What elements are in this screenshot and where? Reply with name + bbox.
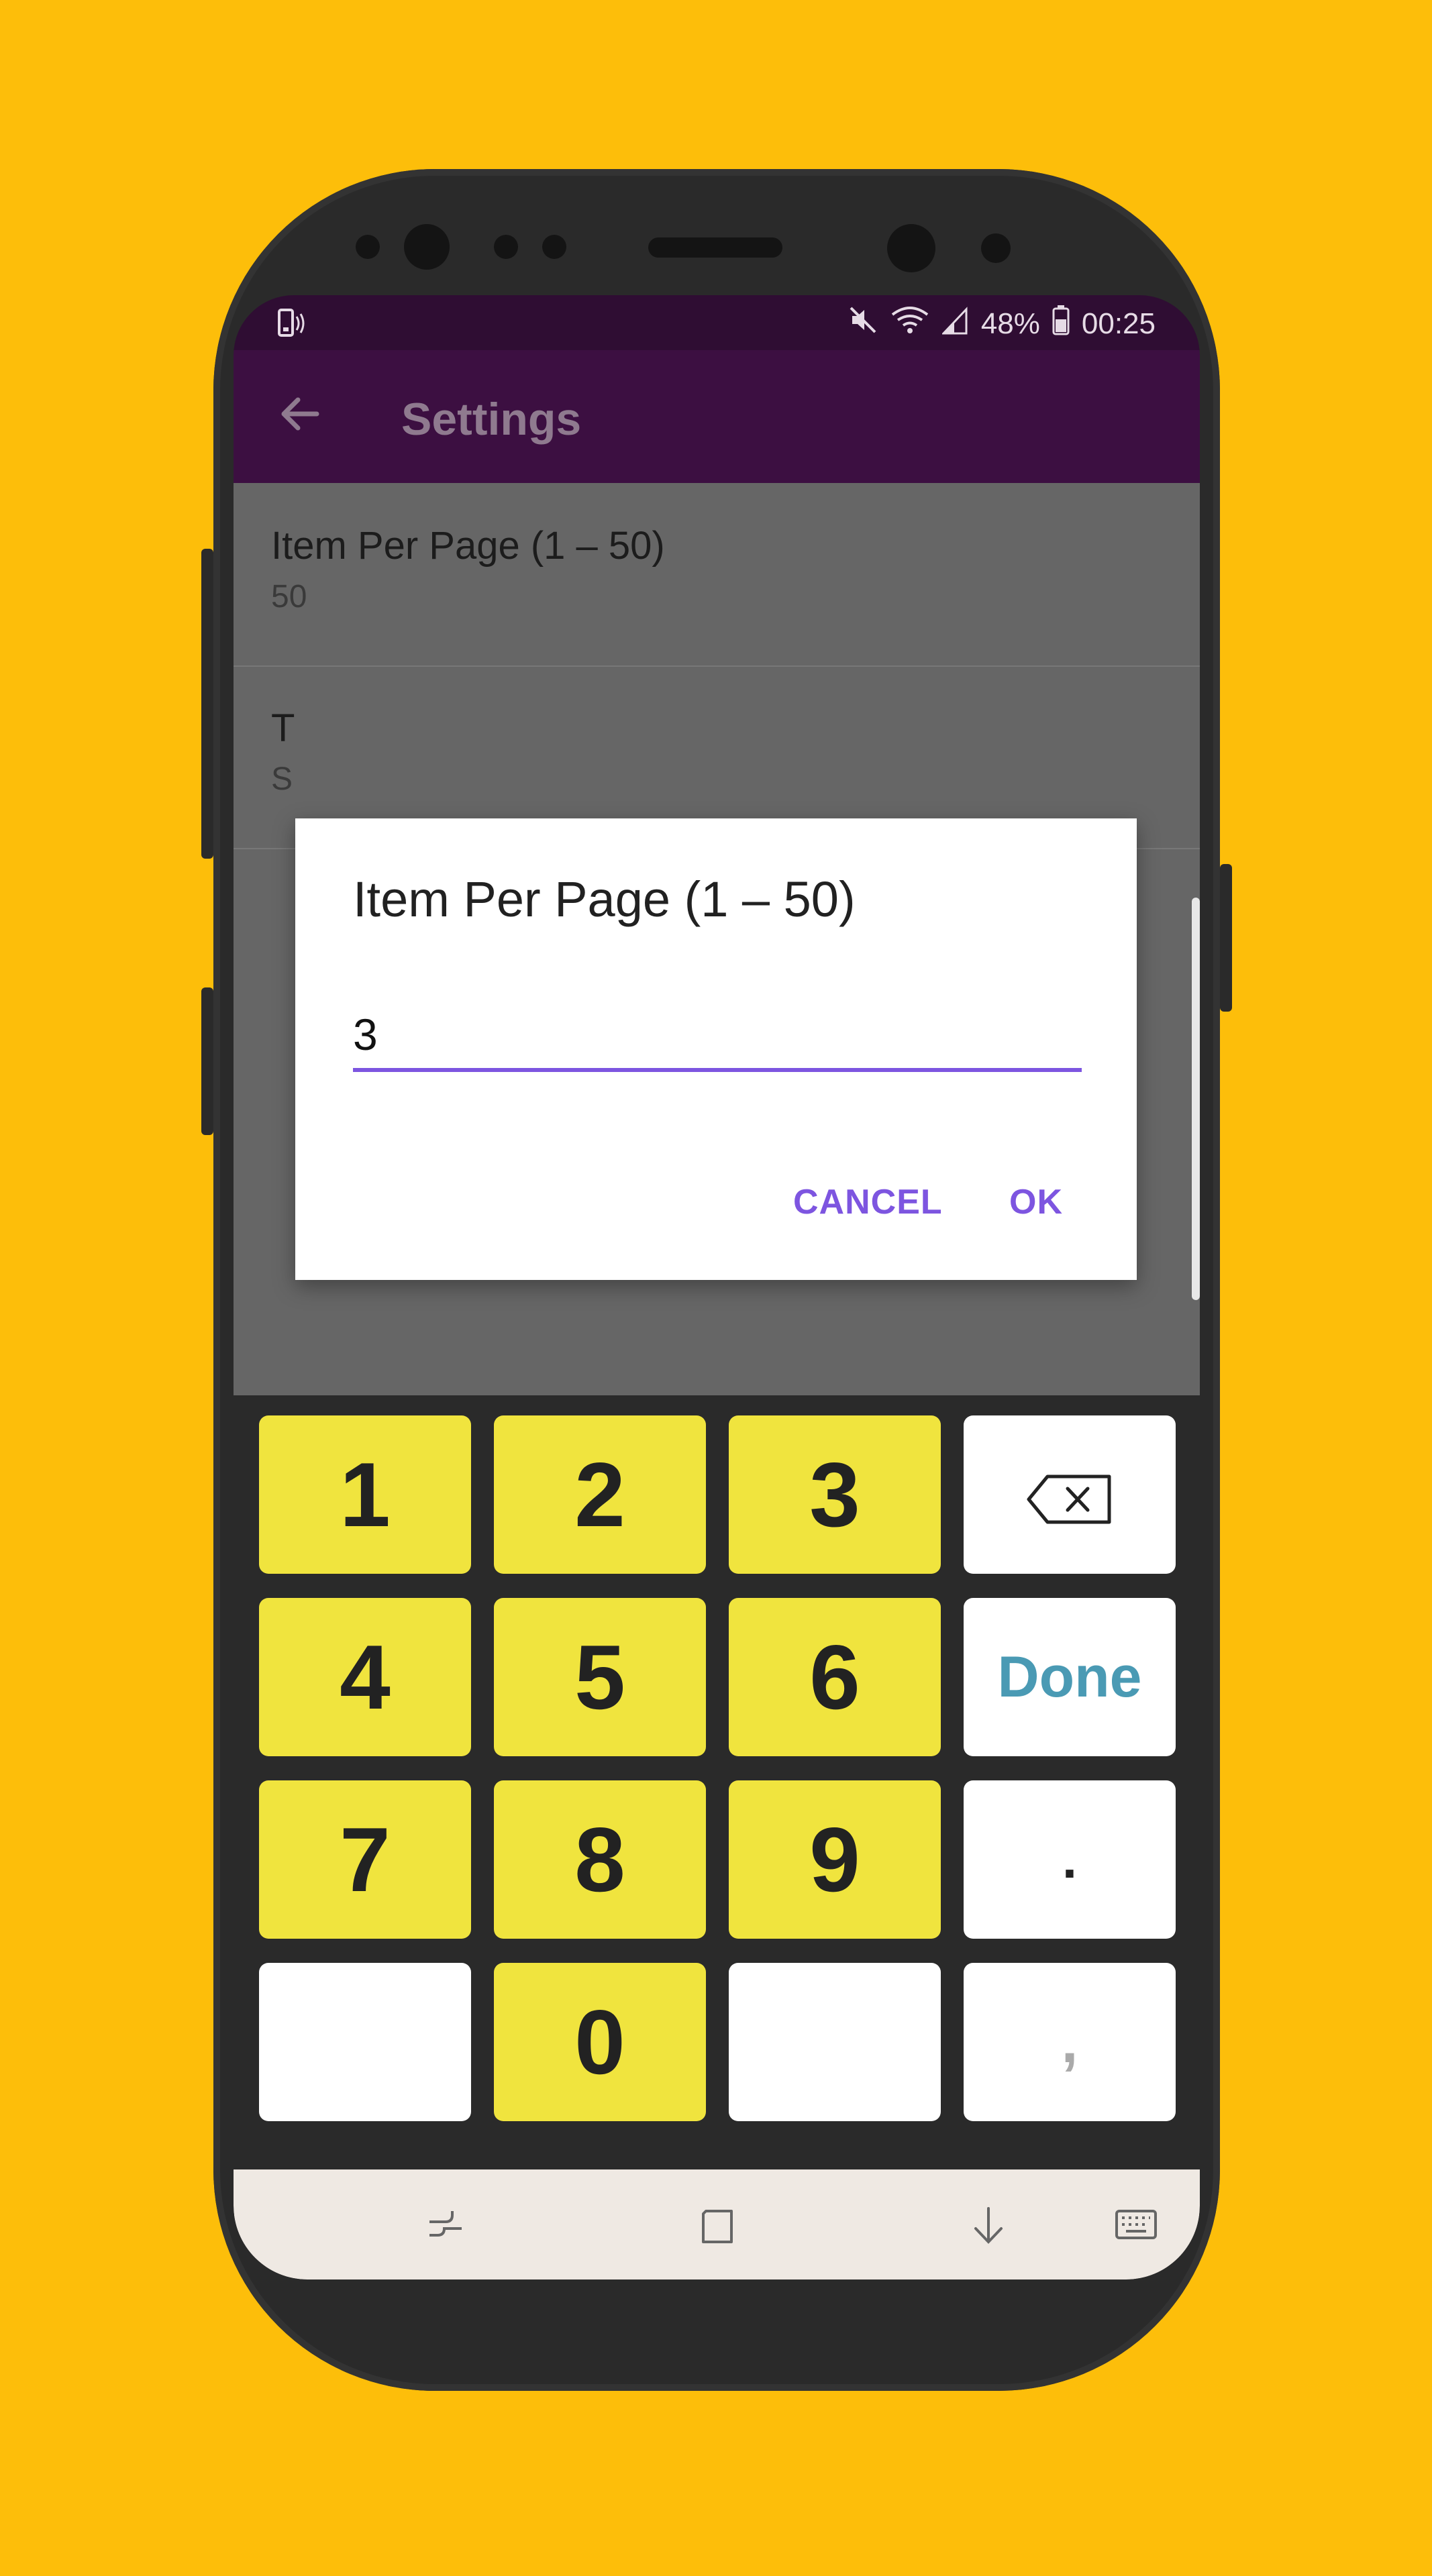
key-3[interactable]: 3 xyxy=(729,1415,941,1574)
volume-button xyxy=(201,549,213,859)
key-0[interactable]: 0 xyxy=(494,1963,706,2121)
keyboard-icon[interactable] xyxy=(1113,2202,1160,2249)
items-per-page-input[interactable] xyxy=(353,1001,1082,1072)
front-camera xyxy=(404,224,450,270)
key-8[interactable]: 8 xyxy=(494,1780,706,1939)
phone-vibrate-icon xyxy=(275,307,305,347)
home-icon[interactable] xyxy=(694,2202,741,2249)
earpiece-speaker xyxy=(648,237,782,258)
edit-text-dialog: Item Per Page (1 – 50) CANCEL OK xyxy=(295,818,1137,1280)
dialog-title: Item Per Page (1 – 50) xyxy=(353,871,856,927)
key-1[interactable]: 1 xyxy=(259,1415,471,1574)
clock: 00:25 xyxy=(1081,307,1156,340)
battery-percent: 48% xyxy=(980,307,1040,340)
key-7[interactable]: 7 xyxy=(259,1780,471,1939)
navigation-bar xyxy=(234,2169,1200,2279)
battery-icon xyxy=(1052,305,1070,343)
preference-title: T xyxy=(271,706,295,750)
key-4[interactable]: 4 xyxy=(259,1598,471,1756)
bixby-button xyxy=(201,987,213,1135)
sensor xyxy=(981,233,1011,263)
done-key[interactable]: Done xyxy=(964,1598,1176,1756)
key-2[interactable]: 2 xyxy=(494,1415,706,1574)
status-bar: 48% 00:25 xyxy=(234,295,1200,350)
wifi-icon xyxy=(890,305,930,342)
decimal-key[interactable]: . xyxy=(964,1780,1176,1939)
cancel-button[interactable]: CANCEL xyxy=(793,1182,943,1222)
iris-scanner xyxy=(887,224,935,272)
sensor xyxy=(494,235,518,259)
preference-item[interactable]: Item Per Page (1 – 50) 50 xyxy=(234,483,1200,667)
hide-keyboard-icon[interactable] xyxy=(965,2202,1012,2249)
blank-key[interactable] xyxy=(729,1963,941,2121)
sensor xyxy=(542,235,566,259)
signal-icon xyxy=(941,305,969,342)
backspace-icon xyxy=(1026,1442,1113,1547)
preference-title: Item Per Page (1 – 50) xyxy=(271,524,665,568)
key-9[interactable]: 9 xyxy=(729,1780,941,1939)
key-5[interactable]: 5 xyxy=(494,1598,706,1756)
numeric-keyboard: 1 2 3 4 5 6 Done 7 8 9 . 0 , xyxy=(234,1395,1200,2169)
settings-list: Item Per Page (1 – 50) 50 T S Item Per P… xyxy=(234,483,1200,1395)
blank-key[interactable] xyxy=(259,1963,471,2121)
preference-summary: 50 xyxy=(271,579,307,614)
backspace-key[interactable] xyxy=(964,1415,1176,1574)
comma-key[interactable]: , xyxy=(964,1963,1176,2121)
sensor xyxy=(356,235,380,259)
screen: 48% 00:25 Settings Item Per Page (1 – 50… xyxy=(234,295,1200,2279)
phone-frame: 48% 00:25 Settings Item Per Page (1 – 50… xyxy=(201,169,1232,2391)
key-6[interactable]: 6 xyxy=(729,1598,941,1756)
preference-summary: S xyxy=(271,761,293,797)
page-title: Settings xyxy=(401,394,582,445)
arrow-back-icon[interactable] xyxy=(276,390,323,437)
app-bar: Settings xyxy=(234,350,1200,483)
recents-icon[interactable] xyxy=(423,2202,470,2249)
edge-panel-handle[interactable] xyxy=(1192,898,1200,1300)
power-button xyxy=(1220,864,1232,1012)
mute-icon xyxy=(848,305,878,342)
ok-button[interactable]: OK xyxy=(1009,1182,1063,1222)
